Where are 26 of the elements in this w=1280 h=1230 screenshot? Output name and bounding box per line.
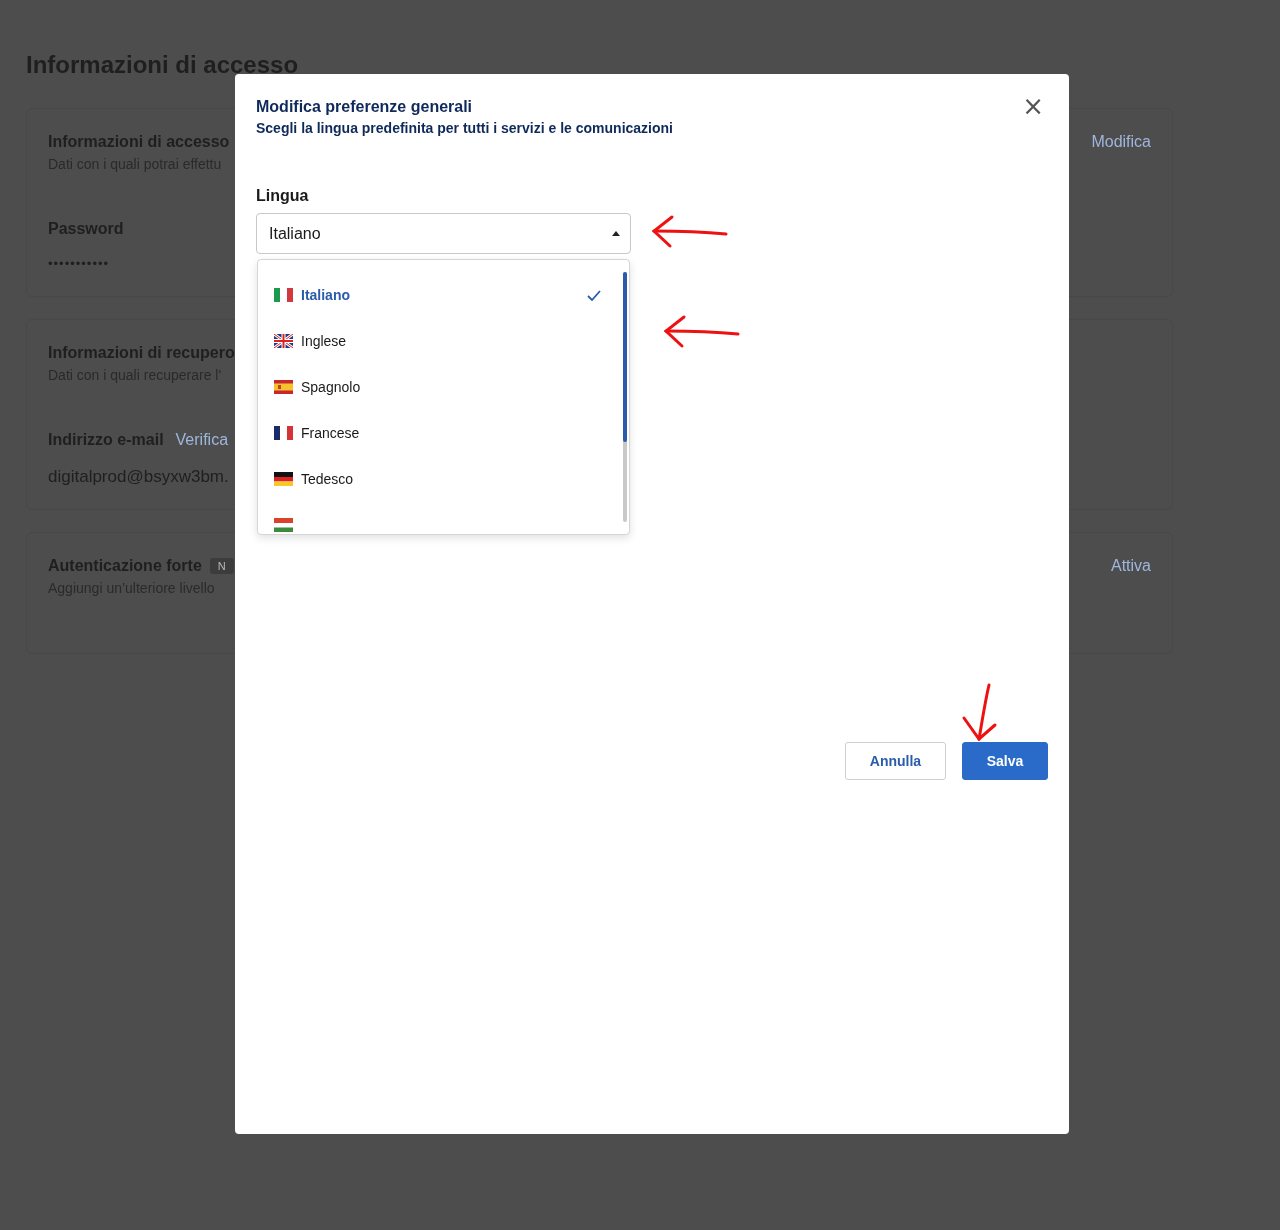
- action-link[interactable]: Attiva: [1111, 555, 1151, 577]
- dialog-title: Modifica preferenze generali: [256, 97, 474, 117]
- save-button[interactable]: Salva: [962, 742, 1048, 780]
- check-icon: [587, 289, 601, 301]
- caret-icon: [612, 231, 620, 236]
- language-option[interactable]: Inglese: [258, 318, 623, 364]
- field-label: Lingua: [256, 186, 310, 206]
- flag-icon: [274, 288, 293, 302]
- flag-icon: [274, 334, 293, 348]
- language-select[interactable]: Italiano: [256, 213, 631, 254]
- flag-icon: [274, 380, 293, 394]
- language-option[interactable]: Tedesco: [258, 456, 623, 502]
- close-button[interactable]: ×: [1018, 96, 1048, 116]
- cancel-button[interactable]: Annulla: [845, 742, 946, 780]
- action-link[interactable]: Modifica: [1091, 131, 1151, 153]
- flag-icon: [274, 518, 293, 532]
- scrollbar[interactable]: [623, 272, 627, 522]
- flag-icon: [274, 426, 293, 440]
- language-option[interactable]: Italiano: [258, 272, 623, 318]
- language-option[interactable]: Spagnolo: [258, 364, 623, 410]
- password-value: •••••••••••: [48, 255, 110, 273]
- dialog-subtitle: Scegli la lingua predefinita per tutti i servizi e le comunicazioni: [256, 119, 673, 138]
- flag-icon: [274, 472, 293, 486]
- verify-link[interactable]: Verifica: [175, 429, 229, 451]
- language-option[interactable]: Francese: [258, 410, 623, 456]
- status-badge: N: [209, 558, 234, 574]
